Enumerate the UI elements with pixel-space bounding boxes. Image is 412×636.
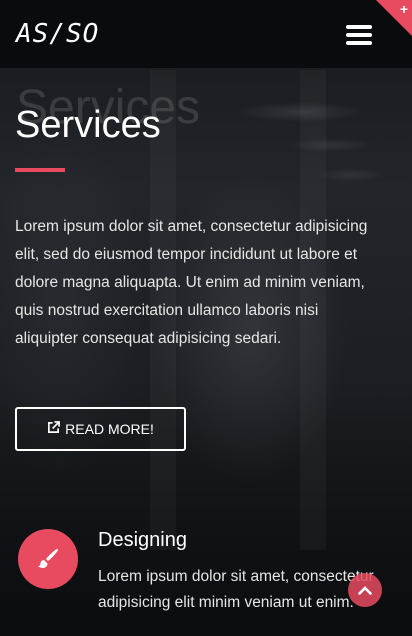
services-description: Lorem ipsum dolor sit amet, consectetur … xyxy=(15,218,368,347)
feature-title: Designing xyxy=(98,529,187,551)
read-more-button[interactable]: READ MORE! xyxy=(15,407,186,451)
external-link-icon xyxy=(47,421,61,437)
read-more-label: READ MORE! xyxy=(65,421,154,437)
page-title: Services xyxy=(15,104,161,146)
paintbrush-icon xyxy=(18,529,78,589)
chevron-up-icon[interactable] xyxy=(348,573,382,607)
site-header: AS/SO xyxy=(0,0,412,68)
logo[interactable]: AS/SO xyxy=(16,19,99,49)
hamburger-icon[interactable] xyxy=(346,25,372,45)
plus-icon[interactable]: + xyxy=(400,1,408,17)
title-underline xyxy=(15,168,65,172)
